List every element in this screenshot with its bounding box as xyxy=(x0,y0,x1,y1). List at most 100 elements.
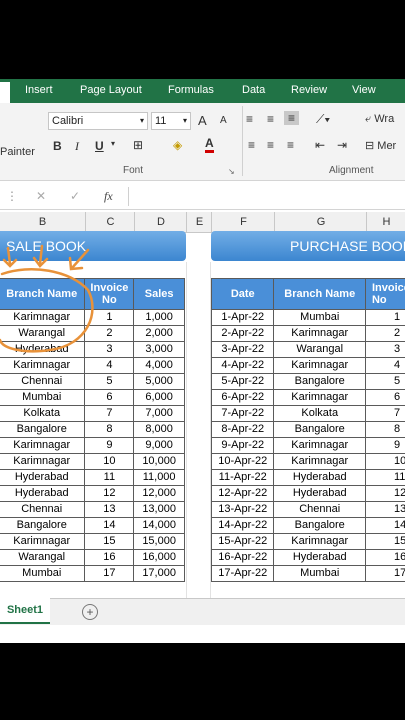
grow-font-icon[interactable]: A xyxy=(198,113,207,128)
font-size-box[interactable]: 11 ▾ xyxy=(151,112,191,130)
table-cell[interactable]: Kolkata xyxy=(273,405,366,422)
cancel-icon[interactable]: ✕ xyxy=(36,189,46,203)
table-cell[interactable]: 16-Apr-22 xyxy=(210,549,275,566)
table-cell[interactable]: 16 xyxy=(364,549,405,566)
table-cell[interactable]: 9-Apr-22 xyxy=(210,437,275,454)
table-cell[interactable]: 12 xyxy=(364,485,405,502)
orientation-icon[interactable]: ⟋▾ xyxy=(316,112,330,127)
table-cell[interactable]: 14,000 xyxy=(133,517,185,534)
table-cell[interactable]: 15 xyxy=(364,533,405,550)
table-cell[interactable]: Karimnagar xyxy=(273,437,366,454)
table-cell[interactable]: 5 xyxy=(84,373,135,390)
column-header-h[interactable]: H xyxy=(366,212,405,233)
fill-color-icon[interactable]: ◈ xyxy=(173,138,182,152)
table-cell[interactable]: Bangalore xyxy=(273,421,366,438)
table-cell[interactable]: 8,000 xyxy=(133,421,185,438)
table-cell[interactable]: 13,000 xyxy=(133,501,185,518)
add-sheet-icon[interactable]: + xyxy=(82,604,98,620)
table-cell[interactable]: 8 xyxy=(84,421,135,438)
table-cell[interactable]: 6,000 xyxy=(133,389,185,406)
table-cell[interactable]: 12 xyxy=(84,485,135,502)
align-left-icon[interactable]: ≡ xyxy=(248,138,255,152)
table-cell[interactable]: 8 xyxy=(364,421,405,438)
table-cell[interactable]: 11-Apr-22 xyxy=(210,469,275,486)
table-cell[interactable]: 2-Apr-22 xyxy=(210,325,275,342)
table-cell[interactable]: Hyderabad xyxy=(0,485,86,502)
italic-button[interactable]: I xyxy=(75,139,79,154)
name-box-handle[interactable]: ⋮ xyxy=(6,189,18,203)
table-cell[interactable]: 16 xyxy=(84,549,135,566)
table-cell[interactable]: 7-Apr-22 xyxy=(210,405,275,422)
table-cell[interactable]: 9 xyxy=(84,437,135,454)
fx-icon[interactable]: fx xyxy=(104,189,113,204)
table-cell[interactable]: 1 xyxy=(364,309,405,326)
table-cell[interactable]: Karimnagar xyxy=(0,437,86,454)
table-cell[interactable]: 15,000 xyxy=(133,533,185,550)
table-cell[interactable]: Mumbai xyxy=(273,565,366,582)
table-cell[interactable]: 3,000 xyxy=(133,341,185,358)
merge-center-button[interactable]: ⊟ Mer xyxy=(365,139,396,152)
table-cell[interactable]: 9 xyxy=(364,437,405,454)
table-cell[interactable]: 1-Apr-22 xyxy=(210,309,275,326)
enter-icon[interactable]: ✓ xyxy=(70,189,80,203)
align-middle-icon[interactable]: ≡ xyxy=(267,112,274,126)
table-cell[interactable]: 7,000 xyxy=(133,405,185,422)
table-cell[interactable]: 4,000 xyxy=(133,357,185,374)
table-cell[interactable]: Chennai xyxy=(0,501,86,518)
table-cell[interactable]: Karimnagar xyxy=(273,453,366,470)
table-cell[interactable]: 3 xyxy=(364,341,405,358)
table-cell[interactable]: Hyderabad xyxy=(273,469,366,486)
table-cell[interactable]: 10-Apr-22 xyxy=(210,453,275,470)
column-header-g[interactable]: G xyxy=(274,212,367,233)
table-cell[interactable]: 4-Apr-22 xyxy=(210,357,275,374)
table-cell[interactable]: Mumbai xyxy=(273,309,366,326)
table-cell[interactable]: Mumbai xyxy=(0,565,86,582)
table-cell[interactable]: Bangalore xyxy=(0,517,86,534)
header-branch-name[interactable]: Branch Name xyxy=(273,278,366,310)
table-cell[interactable]: 11 xyxy=(364,469,405,486)
table-cell[interactable]: Hyderabad xyxy=(273,485,366,502)
table-cell[interactable]: 2 xyxy=(364,325,405,342)
table-cell[interactable]: Chennai xyxy=(0,373,86,390)
align-right-icon[interactable]: ≡ xyxy=(287,138,294,152)
table-cell[interactable]: Karimnagar xyxy=(273,325,366,342)
table-cell[interactable]: 15 xyxy=(84,533,135,550)
table-cell[interactable]: Karimnagar xyxy=(273,357,366,374)
table-cell[interactable]: 15-Apr-22 xyxy=(210,533,275,550)
table-cell[interactable]: 11 xyxy=(84,469,135,486)
table-cell[interactable]: Karimnagar xyxy=(0,453,86,470)
column-header-e[interactable]: E xyxy=(186,212,212,233)
font-name-box[interactable]: Calibri ▾ xyxy=(48,112,148,130)
tab-view[interactable]: View xyxy=(352,84,376,96)
chevron-down-icon[interactable]: ▾ xyxy=(111,139,115,148)
font-color-icon[interactable]: A xyxy=(205,137,214,153)
table-cell[interactable]: Hyderabad xyxy=(273,549,366,566)
borders-icon[interactable]: ⊞ xyxy=(133,138,143,152)
table-cell[interactable]: Bangalore xyxy=(273,373,366,390)
sheet-tab-sheet1[interactable]: Sheet1 xyxy=(0,598,50,624)
table-cell[interactable]: Karimnagar xyxy=(273,533,366,550)
column-header-b[interactable]: B xyxy=(0,212,85,233)
column-header-f[interactable]: F xyxy=(211,212,275,233)
table-cell[interactable]: 13 xyxy=(364,501,405,518)
table-cell[interactable]: 10 xyxy=(84,453,135,470)
table-cell[interactable]: 14 xyxy=(364,517,405,534)
tab-page-layout[interactable]: Page Layout xyxy=(80,84,142,96)
column-header-c[interactable]: C xyxy=(85,212,135,233)
format-painter-label[interactable]: Painter xyxy=(0,146,35,158)
table-cell[interactable]: 17-Apr-22 xyxy=(210,565,275,582)
header-sales[interactable]: Sales xyxy=(133,278,185,310)
bold-button[interactable]: B xyxy=(53,139,62,153)
align-center-icon[interactable]: ≡ xyxy=(267,138,274,152)
table-cell[interactable]: 2,000 xyxy=(133,325,185,342)
table-cell[interactable]: 10 xyxy=(364,453,405,470)
table-cell[interactable]: 13 xyxy=(84,501,135,518)
tab-insert[interactable]: Insert xyxy=(25,84,53,96)
table-cell[interactable]: 7 xyxy=(364,405,405,422)
table-cell[interactable]: 5-Apr-22 xyxy=(210,373,275,390)
table-cell[interactable]: 8-Apr-22 xyxy=(210,421,275,438)
table-cell[interactable]: Chennai xyxy=(273,501,366,518)
decrease-indent-icon[interactable]: ⇤ xyxy=(315,138,325,152)
table-cell[interactable]: 17,000 xyxy=(133,565,185,582)
table-cell[interactable]: 4 xyxy=(364,357,405,374)
